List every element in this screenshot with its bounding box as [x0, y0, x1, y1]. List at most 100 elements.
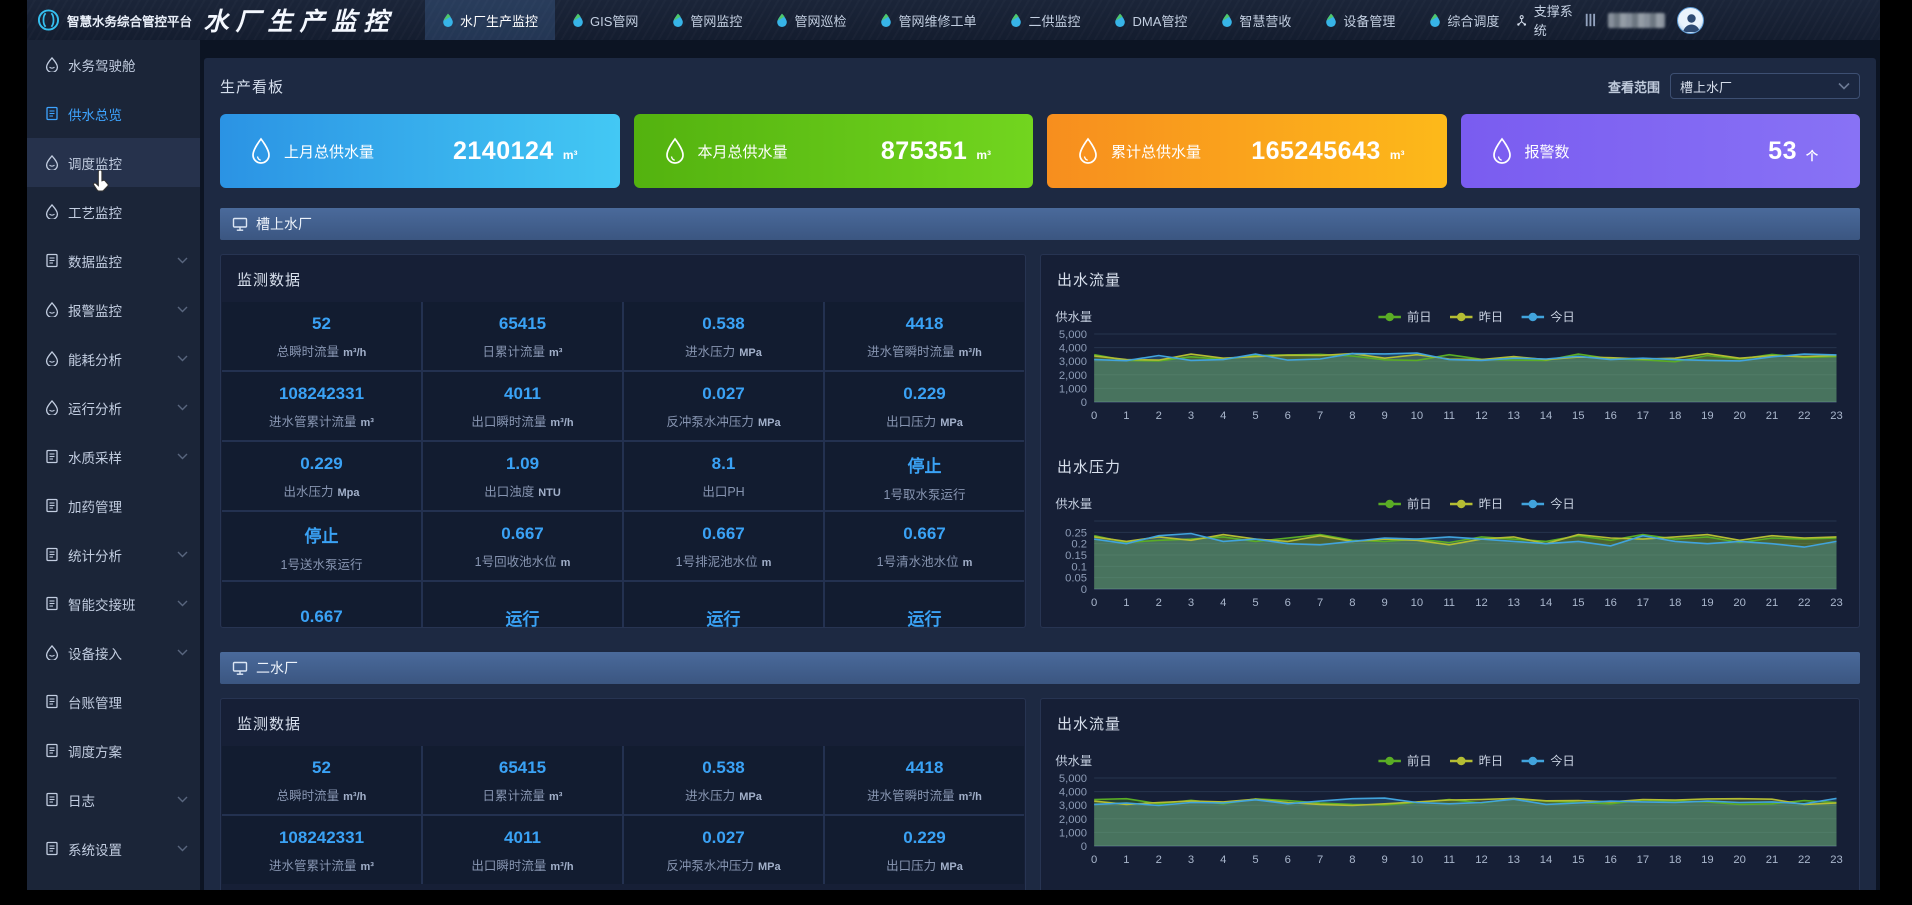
metric-value: 8.1 [712, 454, 736, 474]
nav-item[interactable]: 管网巡检 [759, 0, 863, 40]
metric-cell: 0.027反冲泵水冲压力MPa [624, 816, 823, 884]
nav-item-label: 水厂生产监控 [460, 11, 538, 30]
stat-card-unit: 个 [1806, 147, 1818, 164]
logo-icon [37, 8, 60, 32]
sidebar-item[interactable]: 台账管理 [27, 677, 200, 726]
metric-unit: m³/h [343, 791, 366, 803]
metric-value: 0.229 [903, 828, 946, 848]
chevron-down-icon [177, 600, 188, 607]
sidebar-item[interactable]: 设备接入 [27, 628, 200, 677]
metric-label: 1号取水泵运行 [884, 484, 966, 503]
nav-item[interactable]: 管网监控 [655, 0, 759, 40]
divider-bars-icon [1585, 11, 1596, 29]
sidebar-item[interactable]: 加药管理 [27, 481, 200, 530]
svg-text:12: 12 [1475, 854, 1487, 866]
line-chart: 供水量前日昨日今日01,0002,0003,0004,0005,00001234… [1041, 302, 1859, 442]
sidebar-item[interactable]: 供水总览 [27, 89, 200, 138]
svg-text:今日: 今日 [1550, 496, 1575, 511]
sidebar-item[interactable]: 调度方案 [27, 726, 200, 775]
metric-unit: m³/h [550, 861, 573, 873]
chevron-down-icon [177, 306, 188, 313]
sidebar-item[interactable]: 系统设置 [27, 824, 200, 873]
stat-card-value: 53 [1768, 137, 1797, 166]
metric-value: 运行 [506, 605, 540, 629]
metric-cell: 运行 [624, 582, 823, 628]
metric-unit: MPa [940, 417, 963, 429]
sidebar-item[interactable]: 水质采样 [27, 432, 200, 481]
metric-value: 运行 [707, 605, 741, 629]
svg-text:8: 8 [1349, 597, 1355, 609]
metric-label: 1号排泥池水位m [676, 551, 772, 570]
svg-text:20: 20 [1733, 854, 1745, 866]
water-drop-icon [442, 13, 454, 27]
svg-text:2: 2 [1156, 597, 1162, 609]
metric-unit: m [561, 557, 571, 569]
sidebar-item-label: 数据监控 [68, 251, 122, 271]
svg-text:昨日: 昨日 [1479, 497, 1504, 511]
svg-text:17: 17 [1637, 854, 1649, 866]
app-frame: 智慧水务综合管控平台 水厂生产监控 水厂生产监控 GIS管网 管网监控 管网巡检… [27, 0, 1880, 890]
svg-text:供水量: 供水量 [1055, 754, 1092, 768]
nav-item[interactable]: 水厂生产监控 [425, 0, 555, 40]
nav-item[interactable]: DMA管控 [1097, 0, 1204, 40]
metric-cell: 65415日累计流量m³ [423, 302, 622, 370]
metric-label: 出口压力MPa [886, 411, 963, 430]
metric-cell: 65415日累计流量m³ [423, 746, 622, 814]
sidebar-item-label: 调度方案 [68, 741, 122, 761]
avatar[interactable] [1677, 7, 1704, 34]
nav-item[interactable]: GIS管网 [555, 0, 655, 40]
metric-label: 日累计流量m³ [483, 785, 563, 804]
sidebar-item[interactable]: 智能交接班 [27, 579, 200, 628]
svg-text:0: 0 [1081, 397, 1087, 409]
svg-text:11: 11 [1443, 854, 1455, 866]
nav-item[interactable]: 管网维修工单 [863, 0, 993, 40]
svg-text:6: 6 [1285, 854, 1291, 866]
svg-text:0.15: 0.15 [1065, 550, 1087, 562]
sidebar-item[interactable]: 能耗分析 [27, 334, 200, 383]
plant-scope-select[interactable]: 槽上水厂 [1670, 73, 1860, 99]
svg-text:0.05: 0.05 [1065, 573, 1087, 585]
water-drop-icon [45, 204, 59, 219]
chevron-down-icon [177, 404, 188, 411]
chart-block: 出水流量供水量前日昨日今日01,0002,0003,0004,0005,0000… [1041, 255, 1859, 442]
metric-value: 52 [312, 758, 331, 778]
svg-text:1,000: 1,000 [1059, 384, 1087, 396]
nav-item[interactable]: 二供监控 [993, 0, 1097, 40]
svg-text:4,000: 4,000 [1059, 343, 1087, 355]
svg-text:4: 4 [1220, 854, 1226, 866]
nav-item[interactable]: 智慧营收 [1204, 0, 1308, 40]
metric-cell: 4011出口瞬时流量m³/h [423, 816, 622, 884]
metrics-grid: 52总瞬时流量m³/h65415日累计流量m³0.538进水压力MPa4418进… [222, 302, 1024, 628]
board-header: 生产看板 查看范围 槽上水厂 [220, 58, 1860, 114]
nav-item[interactable]: 设备管理 [1308, 0, 1412, 40]
svg-text:6: 6 [1285, 597, 1291, 609]
water-drop-icon [45, 351, 59, 366]
sidebar-item[interactable]: 日志 [27, 775, 200, 824]
nav-item-label: 综合调度 [1447, 11, 1499, 30]
nav-item-support-system[interactable]: 支撑系统 [1516, 1, 1573, 39]
sidebar-item[interactable]: 运行分析 [27, 383, 200, 432]
sidebar-item[interactable]: 调度监控 [27, 138, 200, 187]
svg-text:9: 9 [1382, 597, 1388, 609]
sidebar-item[interactable]: 数据监控 [27, 236, 200, 285]
plant-section: 槽上水厂监测数据52总瞬时流量m³/h65415日累计流量m³0.538进水压力… [220, 208, 1860, 628]
sidebar-item[interactable]: 工艺监控 [27, 187, 200, 236]
svg-text:12: 12 [1475, 597, 1487, 609]
svg-text:22: 22 [1798, 410, 1810, 422]
sidebar-item[interactable]: 报警监控 [27, 285, 200, 334]
metric-label: 进水压力MPa [685, 341, 762, 360]
sidebar-item[interactable]: 水务驾驶舱 [27, 40, 200, 89]
line-chart: 供水量前日昨日今日01,0002,0003,0004,0005,00001234… [1041, 746, 1859, 886]
metric-value: 52 [312, 314, 331, 334]
sidebar-item-label: 水质采样 [68, 447, 122, 467]
charts-panel: 出水流量供水量前日昨日今日01,0002,0003,0004,0005,0000… [1040, 698, 1860, 890]
metric-label: 1号清水池水位m [877, 551, 973, 570]
line-chart: 供水量前日昨日今日00.050.10.150.20.25012345678910… [1041, 489, 1859, 628]
sidebar-item[interactable]: 统计分析 [27, 530, 200, 579]
water-drop-icon [1010, 13, 1022, 27]
svg-text:20: 20 [1733, 410, 1745, 422]
topbar: 智慧水务综合管控平台 水厂生产监控 水厂生产监控 GIS管网 管网监控 管网巡检… [27, 0, 1880, 40]
sidebar-item-label: 供水总览 [68, 104, 122, 124]
scope-label: 查看范围 [1608, 77, 1660, 96]
nav-item[interactable]: 综合调度 [1412, 0, 1516, 40]
